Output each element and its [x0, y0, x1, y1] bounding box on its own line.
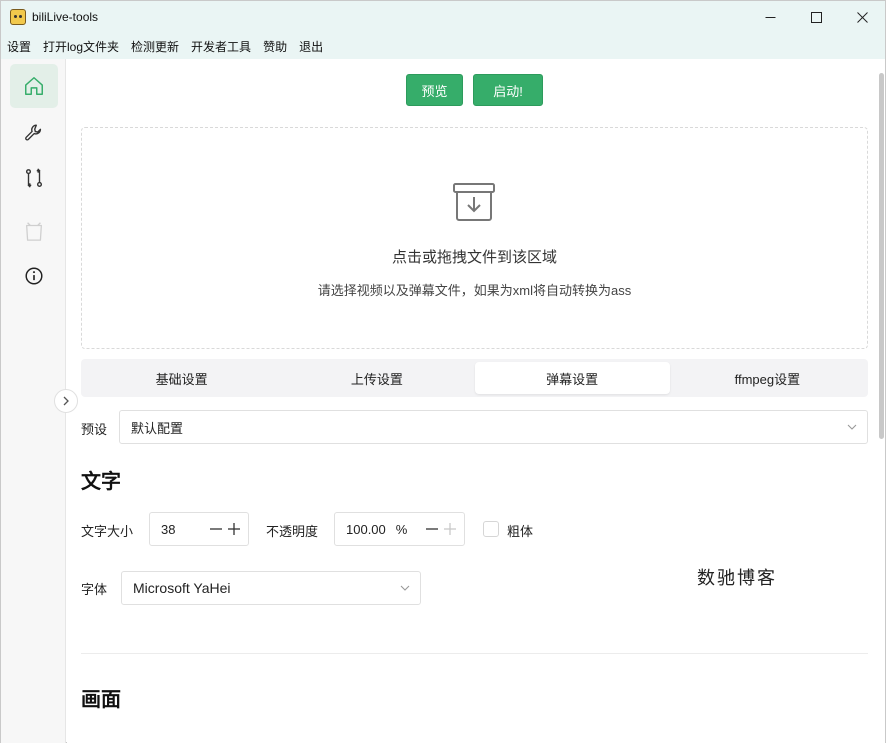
menu-bar: 设置 打开log文件夹 检测更新 开发者工具 赞助 退出	[1, 33, 885, 59]
chevron-right-icon	[63, 396, 69, 406]
preset-label: 预设	[81, 422, 108, 437]
menu-item-exit[interactable]: 退出	[299, 38, 323, 55]
font-family-label: 字体	[81, 582, 108, 597]
git-compare-icon	[25, 168, 43, 188]
tab-danmaku-settings[interactable]: 弹幕设置	[474, 362, 670, 394]
menu-item-open-log-folder[interactable]: 打开log文件夹	[43, 38, 119, 55]
preview-button[interactable]: 预览	[406, 74, 463, 106]
sidebar-item-home[interactable]	[10, 64, 58, 108]
chevron-down-icon	[400, 585, 410, 591]
menu-item-settings[interactable]: 设置	[7, 38, 31, 55]
file-dropzone[interactable]: 点击或拖拽文件到该区域 请选择视频以及弹幕文件，如果为xml将自动转换为ass	[81, 127, 868, 349]
bold-checkbox[interactable]	[483, 521, 499, 537]
sidebar-collapse-button[interactable]	[54, 389, 78, 413]
chevron-down-icon	[847, 424, 857, 430]
text-section-title: 文字	[81, 471, 121, 493]
tab-upload-settings[interactable]: 上传设置	[279, 362, 474, 394]
picture-section-title: 画面	[81, 689, 121, 711]
close-button[interactable]	[839, 1, 885, 33]
font-size-stepper	[210, 513, 240, 545]
app-logo-icon	[10, 9, 26, 25]
start-button[interactable]: 启动!	[473, 74, 543, 106]
close-icon	[856, 11, 868, 23]
main-content: 预览 启动! 点击或拖拽文件到该区域 请选择视频以及弹幕文件，如果为xml将自动…	[67, 59, 885, 743]
home-icon	[25, 77, 43, 95]
opacity-input[interactable]: 100.00 %	[334, 512, 465, 546]
menu-item-sponsor[interactable]: 赞助	[263, 38, 287, 55]
section-divider	[81, 653, 868, 654]
plus-icon-disabled[interactable]	[444, 523, 456, 535]
sidebar-item-bilibili[interactable]	[10, 209, 58, 253]
archive-download-icon	[453, 183, 495, 221]
preset-select[interactable]: 默认配置	[119, 410, 868, 444]
main-scrollbar[interactable]	[877, 59, 885, 743]
window-title: biliLive-tools	[32, 10, 99, 24]
sidebar-item-about[interactable]	[10, 254, 58, 298]
maximize-icon	[810, 11, 822, 23]
settings-tabs: 基础设置 上传设置 弹幕设置 ffmpeg设置	[81, 359, 868, 397]
wrench-icon	[25, 124, 42, 141]
maximize-button[interactable]	[793, 1, 839, 33]
font-family-select[interactable]: Microsoft YaHei	[121, 571, 421, 605]
bilibili-tv-icon	[26, 222, 42, 241]
opacity-value: 100.00	[346, 521, 386, 537]
font-size-input[interactable]: 38	[149, 512, 249, 546]
title-bar: biliLive-tools	[1, 1, 885, 33]
preset-value: 默认配置	[131, 420, 184, 436]
dropzone-title: 点击或拖拽文件到该区域	[391, 249, 557, 266]
window-controls	[747, 1, 885, 33]
minus-icon[interactable]	[426, 523, 438, 535]
minimize-button[interactable]	[747, 1, 793, 33]
font-family-value: Microsoft YaHei	[133, 580, 231, 596]
font-size-label: 文字大小	[81, 524, 134, 539]
menu-item-check-update[interactable]: 检测更新	[131, 38, 179, 55]
sidebar-item-tools[interactable]	[10, 111, 58, 155]
menu-item-devtools[interactable]: 开发者工具	[191, 38, 251, 55]
dropzone-subtitle: 请选择视频以及弹幕文件，如果为xml将自动转换为ass	[317, 283, 632, 298]
bold-label: 粗体	[507, 524, 534, 539]
font-size-value: 38	[161, 521, 176, 537]
sidebar-item-compare[interactable]	[10, 156, 58, 200]
opacity-stepper	[426, 513, 456, 545]
info-icon	[25, 267, 43, 285]
watermark-text: 数驰博客	[697, 568, 777, 589]
tab-basic-settings[interactable]: 基础设置	[84, 362, 279, 394]
minimize-icon	[765, 16, 775, 18]
minus-icon[interactable]	[210, 523, 222, 535]
tab-ffmpeg-settings[interactable]: ffmpeg设置	[670, 362, 865, 394]
opacity-label: 不透明度	[266, 524, 319, 539]
opacity-unit: %	[395, 521, 408, 537]
scrollbar-thumb[interactable]	[879, 73, 884, 439]
plus-icon[interactable]	[228, 523, 240, 535]
